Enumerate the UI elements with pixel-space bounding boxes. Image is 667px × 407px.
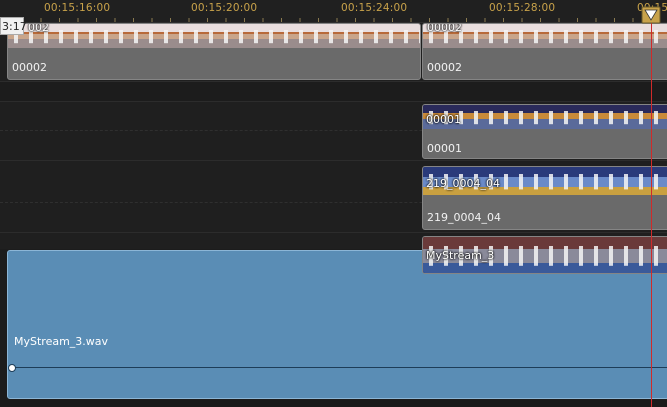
clip-label: 00002 [427, 61, 462, 74]
current-timecode-box[interactable]: 3:17 [0, 17, 27, 35]
ruler-tick-label: 00:15:16:00 [44, 2, 111, 14]
playhead-line[interactable] [651, 8, 652, 407]
audio-clip-label: MyStream_3.wav [14, 335, 109, 348]
ruler-tick-label: 00:15:28:00 [489, 2, 556, 14]
video-clip-00001[interactable]: 00001 00001 [422, 104, 667, 159]
video-clip-219-0004-04[interactable]: 219_0004_04 219_0004_04 [422, 166, 667, 230]
clip-label: 00001 [427, 142, 462, 155]
video-clip-mystream-3[interactable]: MyStream_3 [422, 236, 667, 274]
video-track-3[interactable]: 219_0004_04 219_0004_04 [0, 161, 667, 233]
time-ruler[interactable]: 00:15:16:00 00:15:20:00 00:15:24:00 00:1… [0, 0, 667, 23]
video-clip-00002-b[interactable]: 00002 00002 [422, 23, 667, 80]
volume-keyframe-handle[interactable] [8, 364, 16, 372]
clip-thumbnails [8, 24, 420, 48]
video-clip-00002-a[interactable]: 002 00002 [7, 23, 421, 80]
clip-thumb-label: 00001 [426, 113, 461, 126]
ruler-tick-marks [3, 18, 652, 22]
clip-thumb-label: 002 [28, 23, 49, 34]
clip-thumb-label: MyStream_3 [426, 249, 495, 262]
timeline-panel[interactable]: 00:15:16:00 00:15:20:00 00:15:24:00 00:1… [0, 0, 667, 407]
ruler-tick-label: 00:15:24:00 [341, 2, 408, 14]
clip-thumb-label: 00002 [427, 23, 462, 34]
clip-label: 219_0004_04 [427, 211, 501, 224]
volume-envelope-line[interactable] [10, 367, 667, 368]
empty-track[interactable] [0, 82, 667, 102]
timeline-bottom-edge [0, 400, 667, 407]
clip-label: 00002 [12, 61, 47, 74]
video-track-1[interactable]: 002 00002 00002 00002 [0, 23, 667, 82]
video-track-2[interactable]: 00001 00001 [0, 102, 667, 161]
thumbnail-strip [8, 24, 420, 48]
playhead-marker-icon[interactable] [641, 6, 661, 24]
clip-thumb-label: 219_0004_04 [426, 177, 500, 190]
ruler-tick-label: 00:15:20:00 [191, 2, 258, 14]
